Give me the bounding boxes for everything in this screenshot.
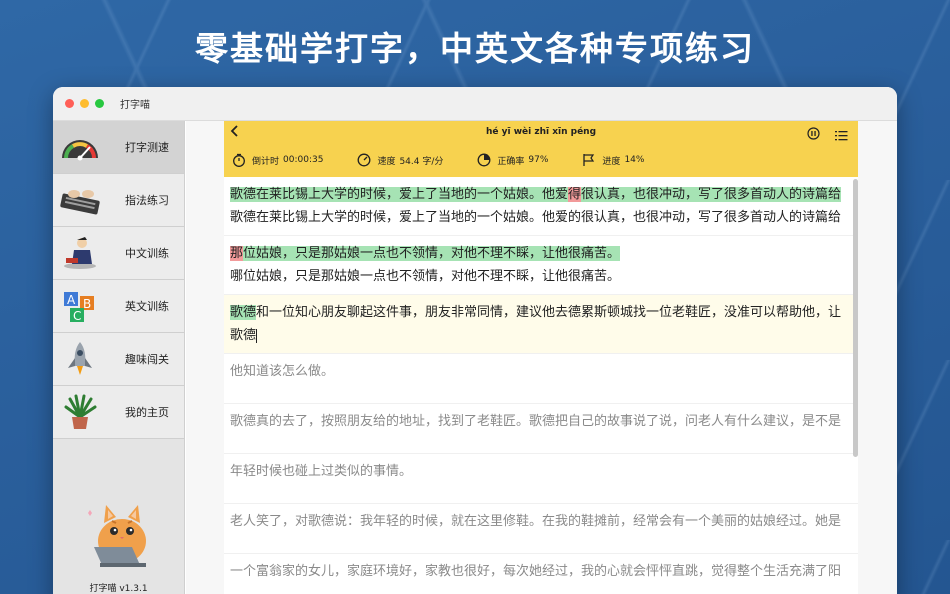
- source-line: 歌德和一位知心朋友聊起这件事，朋友非常同情，建议他去德累斯顿城找一位老鞋匠，没准…: [230, 305, 842, 320]
- pending-line: 一个富翁家的女儿，家庭环境好，家教也很好，每次她经过，我的心就会怦怦直跳，觉得整…: [230, 564, 842, 579]
- pause-button[interactable]: [807, 125, 820, 144]
- speed-value: 54.4 字/分: [399, 156, 444, 167]
- typing-input[interactable]: 歌德: [230, 324, 852, 347]
- pending-paragraph: 老人笑了，对歌德说：我年轻的时候，就在这里修鞋。在我的鞋摊前，经常会有一个美丽的…: [224, 504, 858, 554]
- chevron-left-icon: [230, 125, 238, 137]
- speed-label: 速度: [377, 156, 396, 167]
- pending-line: 老人笑了，对歌德说：我年轻的时候，就在这里修鞋。在我的鞋摊前，经常会有一个美丽的…: [230, 514, 842, 529]
- svg-text:A: A: [67, 293, 76, 307]
- app-window: 打字喵 打字测速 指法练习 中文训练 A B C 英文训练 趣味闯关 我的主页 …: [53, 87, 897, 594]
- source-line: 那位姑娘，只是那姑娘一点也不领情，对他不理不睬，让他很痛苦。: [230, 246, 621, 261]
- sidebar-item-fingering[interactable]: 指法练习: [53, 174, 184, 227]
- stopwatch-icon: [233, 153, 245, 167]
- scroll-thumb[interactable]: [853, 179, 858, 457]
- pending-line: 年轻时候也碰上过类似的事情。: [230, 464, 413, 479]
- scrollbar[interactable]: [852, 177, 858, 594]
- accuracy-value: 97%: [528, 155, 549, 165]
- progress-label: 进度: [602, 156, 621, 167]
- pause-icon: [807, 127, 820, 140]
- sidebar-item-chinese[interactable]: 中文训练: [53, 227, 184, 280]
- svg-text:B: B: [83, 297, 91, 311]
- typing-area[interactable]: 歌德在莱比锡上大学的时候，爱上了当地的一个姑娘。他爱得很认真，也很冲动，写了很多…: [224, 177, 858, 594]
- pending-paragraph: 一个富翁家的女儿，家庭环境好，家教也很好，每次她经过，我的心就会怦怦直跳，觉得整…: [224, 554, 858, 594]
- cat-laptop-icon: [82, 501, 156, 575]
- sidebar-item-label: 指法练习: [125, 194, 169, 207]
- sidebar-footer: 打字喵 v1.3.1: [53, 473, 184, 594]
- sidebar: 打字测速 指法练习 中文训练 A B C 英文训练 趣味闯关 我的主页 打字喵 …: [53, 121, 185, 594]
- speedometer-icon: [53, 132, 107, 162]
- keyboard-icon: [53, 185, 107, 215]
- back-button[interactable]: [230, 125, 240, 141]
- typed-line: 歌德在莱比锡上大学的时候，爱上了当地的一个姑娘。他爱的很认真，也很冲动，写了很多…: [230, 210, 842, 225]
- list-icon: [835, 131, 848, 141]
- flag-icon: [583, 154, 595, 166]
- current-paragraph[interactable]: 歌德和一位知心朋友聊起这件事，朋友非常同情，建议他去德累斯顿城找一位老鞋匠，没准…: [224, 295, 858, 354]
- sidebar-item-label: 我的主页: [125, 406, 169, 419]
- text-cursor: [256, 328, 258, 343]
- menu-button[interactable]: [835, 126, 848, 145]
- rocket-icon: [53, 340, 107, 378]
- pending-line: 歌德真的去了，按照朋友给的地址，找到了老鞋匠。歌德把自己的故事说了说，问老人有什…: [230, 414, 842, 429]
- sidebar-item-profile[interactable]: 我的主页: [53, 386, 184, 439]
- pending-paragraph: 歌德真的去了，按照朋友给的地址，找到了老鞋匠。歌德把自己的故事说了说，问老人有什…: [224, 404, 858, 454]
- pinyin-hint: hé yī wèi zhī xīn péng: [485, 127, 597, 137]
- titlebar: 打字喵: [53, 87, 897, 121]
- window-title: 打字喵: [120, 100, 150, 111]
- sidebar-item-label: 趣味闯关: [125, 353, 169, 366]
- pending-paragraph: 年轻时候也碰上过类似的事情。: [224, 454, 858, 504]
- sidebar-item-label: 打字测速: [125, 141, 169, 154]
- plant-icon: [53, 393, 107, 431]
- speed-stat: 速度 54.4 字/分: [357, 153, 443, 167]
- typed-line: 哪位姑娘，只是那姑娘一点也不领情，对他不理不睬，让他很痛苦。: [230, 269, 621, 284]
- pending-paragraph: 他知道该怎么做。: [224, 354, 858, 404]
- stats-bar: 倒计时 00:00:35 速度 54.4 字/分 正确率 97% 进度 14%: [224, 143, 858, 177]
- timer-value: 00:00:35: [283, 155, 324, 165]
- promo-headline: 零基础学打字，中英文各种专项练习: [195, 29, 755, 68]
- minimize-window-button[interactable]: [80, 99, 89, 108]
- reading-person-icon: [53, 236, 107, 270]
- timer-stat: 倒计时 00:00:35: [232, 153, 323, 167]
- accuracy-stat: 正确率 97%: [477, 153, 548, 167]
- completed-paragraph: 那位姑娘，只是那姑娘一点也不领情，对他不理不睬，让他很痛苦。 哪位姑娘，只是那姑…: [224, 236, 858, 295]
- practice-toolbar: hé yī wèi zhī xīn péng 倒计时 00:00:35 速度 5…: [224, 121, 858, 177]
- sidebar-item-label: 英文训练: [125, 300, 169, 313]
- zoom-window-button[interactable]: [95, 99, 104, 108]
- sidebar-item-label: 中文训练: [125, 247, 169, 260]
- practice-panel: hé yī wèi zhī xīn péng 倒计时 00:00:35 速度 5…: [224, 121, 858, 594]
- app-version: 打字喵 v1.3.1: [89, 584, 148, 594]
- abc-blocks-icon: A B C: [53, 288, 107, 324]
- source-line: 歌德在莱比锡上大学的时候，爱上了当地的一个姑娘。他爱得很认真，也很冲动，写了很多…: [230, 187, 842, 202]
- close-window-button[interactable]: [65, 99, 74, 108]
- pie-chart-icon: [477, 153, 491, 167]
- timer-label: 倒计时: [252, 156, 280, 167]
- completed-paragraph: 歌德在莱比锡上大学的时候，爱上了当地的一个姑娘。他爱得很认真，也很冲动，写了很多…: [224, 177, 858, 236]
- progress-value: 14%: [624, 155, 645, 165]
- sidebar-item-english[interactable]: A B C 英文训练: [53, 280, 184, 333]
- gauge-icon: [357, 153, 371, 167]
- sidebar-item-speed-test[interactable]: 打字测速: [53, 121, 184, 174]
- pending-line: 他知道该怎么做。: [230, 364, 335, 379]
- progress-stat: 进度 14%: [582, 153, 644, 167]
- main-panel: hé yī wèi zhī xīn péng 倒计时 00:00:35 速度 5…: [186, 121, 897, 594]
- svg-text:C: C: [73, 309, 81, 323]
- accuracy-label: 正确率: [497, 156, 525, 167]
- sidebar-item-challenge[interactable]: 趣味闯关: [53, 333, 184, 386]
